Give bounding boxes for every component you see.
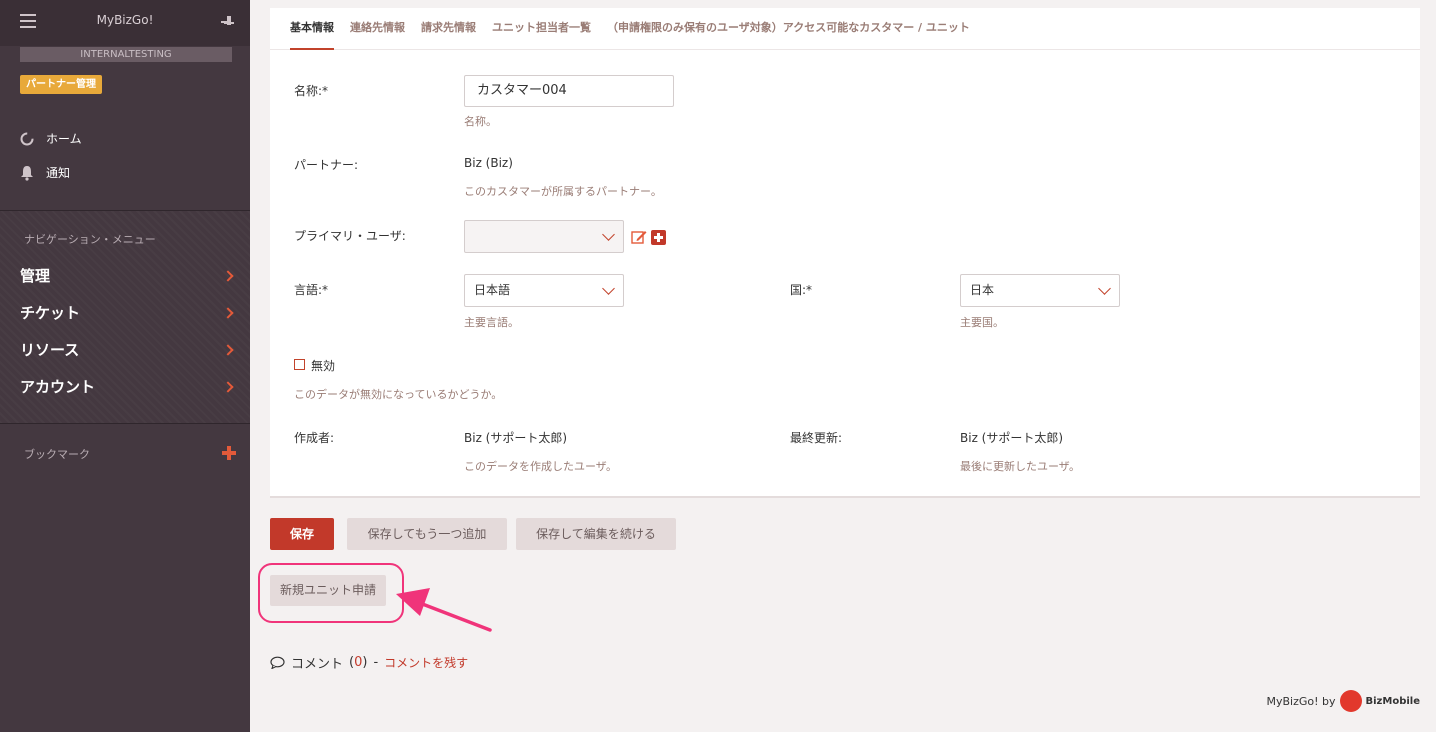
home-spinner-icon xyxy=(20,132,34,145)
footer-logo-text: BizMobile xyxy=(1365,695,1421,707)
sidebar-item-label: ホーム xyxy=(46,132,82,146)
sidebar-item-home[interactable]: ホーム xyxy=(20,130,82,147)
nav-item-label: 管理 xyxy=(20,267,51,285)
save-and-add-button[interactable]: 保存してもう一つ追加 xyxy=(347,518,507,550)
chevron-down-icon xyxy=(1098,282,1111,295)
chevron-down-icon xyxy=(602,228,615,241)
add-bookmark-icon[interactable] xyxy=(222,446,236,460)
pin-icon[interactable] xyxy=(220,13,238,31)
chevron-right-icon xyxy=(222,343,234,356)
name-label: 名称:* xyxy=(294,84,329,98)
form-card: 基本情報 連絡先情報 請求先情報 ユニット担当者一覧 （申請権限のみ保有のユーザ… xyxy=(270,8,1420,498)
country-select[interactable]: 日本 xyxy=(960,274,1120,307)
tab-unit-contacts[interactable]: ユニット担当者一覧 xyxy=(492,8,591,50)
name-help: 名称。 xyxy=(464,115,497,128)
partner-help: このカスタマーが所属するパートナー。 xyxy=(464,185,662,198)
save-button[interactable]: 保存 xyxy=(270,518,334,550)
primary-user-label: プライマリ・ユーザ: xyxy=(294,229,406,243)
tab-accessible-customers[interactable]: （申請権限のみ保有のユーザ対象）アクセス可能なカスタマー / ユニット xyxy=(607,8,970,50)
updated-value: Biz (サポート太郎) xyxy=(960,431,1064,445)
tab-billing-info[interactable]: 請求先情報 xyxy=(421,8,476,50)
comment-separator: - xyxy=(373,655,379,670)
country-value: 日本 xyxy=(970,283,995,297)
sidebar-item-notifications[interactable]: 通知 xyxy=(20,164,70,181)
chevron-right-icon xyxy=(222,269,234,282)
partner-admin-badge[interactable]: パートナー管理 xyxy=(20,75,102,94)
bizmobile-logo-icon xyxy=(1339,690,1362,712)
footer: MyBizGo! by BizMobile xyxy=(1266,690,1420,712)
save-and-continue-button[interactable]: 保存して編集を続ける xyxy=(516,518,676,550)
country-label: 国:* xyxy=(790,283,813,297)
sidebar: MyBizGo! INTERNALTESTING パートナー管理 ホーム 通知 … xyxy=(0,0,250,732)
nav-heading: ナビゲーション・メニュー xyxy=(24,233,156,246)
new-unit-request-button[interactable]: 新規ユニット申請 xyxy=(270,575,386,606)
nav-item-label: アカウント xyxy=(20,378,96,396)
bookmark-heading: ブックマーク xyxy=(24,448,90,461)
sidebar-header: MyBizGo! xyxy=(0,0,250,46)
nav-item-resources[interactable]: リソース xyxy=(20,339,236,360)
language-value: 日本語 xyxy=(474,283,511,297)
disabled-label: 無効 xyxy=(311,359,336,373)
country-help: 主要国。 xyxy=(960,316,1004,329)
comment-count-close: ) xyxy=(362,655,368,670)
footer-text: MyBizGo! by xyxy=(1266,694,1336,708)
chevron-right-icon xyxy=(222,306,234,319)
nav-item-account[interactable]: アカウント xyxy=(20,376,236,397)
tab-basic-info[interactable]: 基本情報 xyxy=(290,8,334,50)
language-label: 言語:* xyxy=(294,283,329,297)
sidebar-item-label: 通知 xyxy=(46,166,71,180)
chevron-right-icon xyxy=(222,380,234,393)
disabled-checkbox[interactable] xyxy=(294,359,305,370)
app-title: MyBizGo! xyxy=(96,13,154,27)
nav-item-tickets[interactable]: チケット xyxy=(20,302,236,323)
comment-section: コメント (0) - コメントを残す xyxy=(270,653,468,672)
comment-bubble-icon xyxy=(270,656,285,669)
comment-label: コメント xyxy=(291,657,344,672)
annotation-arrow-icon xyxy=(396,588,492,632)
bell-icon xyxy=(21,165,33,181)
add-icon[interactable] xyxy=(651,230,666,245)
edit-icon[interactable] xyxy=(631,229,647,245)
creator-value: Biz (サポート太郎) xyxy=(464,431,568,445)
updated-label: 最終更新: xyxy=(790,431,843,445)
environment-label: INTERNALTESTING xyxy=(20,47,232,62)
nav-item-label: チケット xyxy=(20,304,81,322)
tab-bar: 基本情報 連絡先情報 請求先情報 ユニット担当者一覧 （申請権限のみ保有のユーザ… xyxy=(270,8,1420,50)
leave-comment-link[interactable]: コメントを残す xyxy=(384,654,468,671)
partner-label: パートナー: xyxy=(294,158,359,172)
tab-contact-info[interactable]: 連絡先情報 xyxy=(350,8,405,50)
name-input[interactable]: カスタマー004 xyxy=(464,75,674,107)
nav-item-admin[interactable]: 管理 xyxy=(20,265,236,286)
primary-user-select[interactable] xyxy=(464,220,624,253)
updated-help: 最後に更新したユーザ。 xyxy=(960,460,1081,473)
nav-item-label: リソース xyxy=(20,341,80,359)
language-select[interactable]: 日本語 xyxy=(464,274,624,307)
language-help: 主要言語。 xyxy=(464,316,519,329)
partner-value: Biz (Biz) xyxy=(464,156,513,170)
creator-label: 作成者: xyxy=(294,431,335,445)
chevron-down-icon xyxy=(602,282,615,295)
disabled-help: このデータが無効になっているかどうか。 xyxy=(294,388,503,401)
creator-help: このデータを作成したユーザ。 xyxy=(464,460,618,473)
sidebar-divider xyxy=(0,423,250,424)
